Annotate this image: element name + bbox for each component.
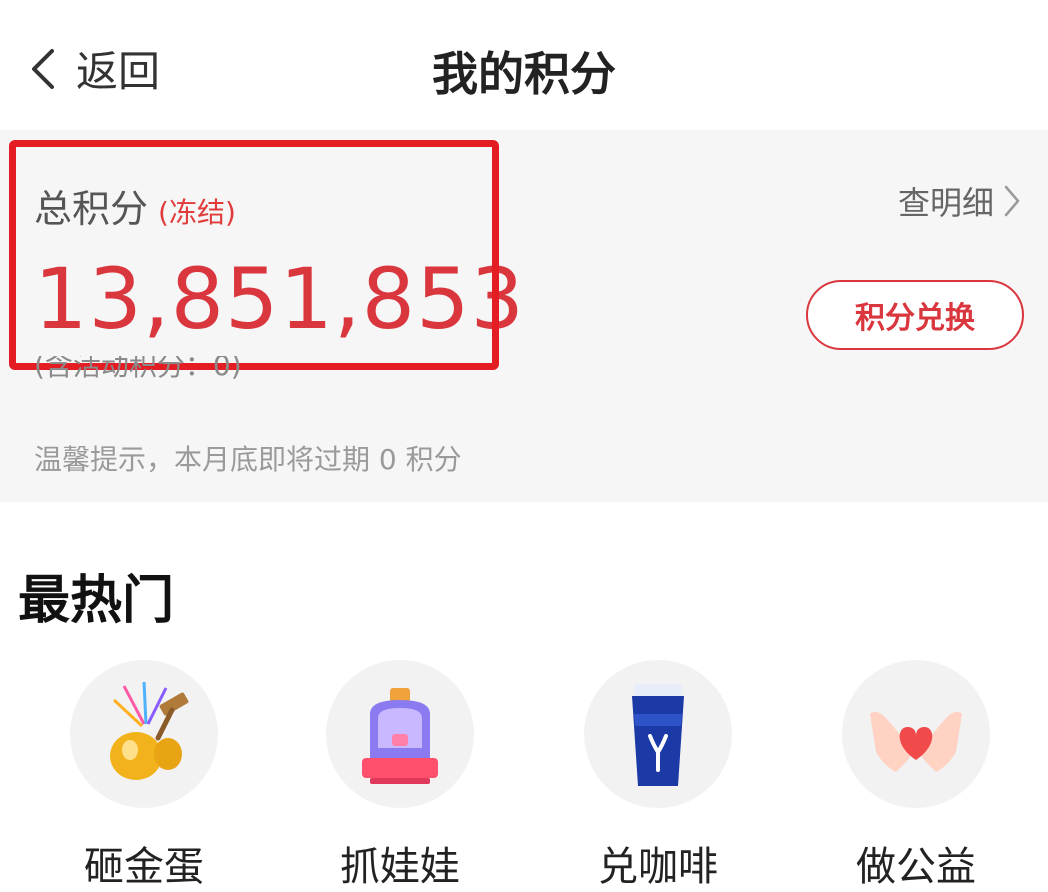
- expiry-tip: 温馨提示，本月底即将过期 0 积分: [34, 443, 462, 476]
- hot-item-claw-machine[interactable]: 抓娃娃: [300, 660, 500, 892]
- hot-item-label: 做公益: [856, 844, 976, 890]
- points-card: 总积分 (冻结) 查明细 13,851,853 积分兑换 (含活动积分：0) 温…: [0, 130, 1048, 502]
- hot-item-label: 抓娃娃: [340, 844, 460, 890]
- heart-hands-icon: [870, 711, 962, 772]
- page-title: 我的积分: [432, 47, 616, 101]
- hot-item-label: 兑咖啡: [598, 844, 718, 890]
- hot-item-icon-wrapper: [842, 660, 990, 808]
- hot-item-icon-wrapper: [326, 660, 474, 808]
- golden-egg-hammer-icon: [110, 681, 189, 780]
- hot-item-icon-wrapper: [70, 660, 218, 808]
- total-points-label-row: 总积分 (冻结): [34, 178, 236, 233]
- claw-machine-icon: [362, 688, 438, 784]
- hot-item-label: 砸金蛋: [84, 844, 204, 890]
- hot-items-list: 砸金蛋 抓娃娃 兑咖啡 做公益: [0, 660, 1048, 890]
- total-points-label: 总积分: [34, 187, 149, 231]
- hot-item-charity[interactable]: 做公益: [816, 660, 1016, 892]
- activity-points-text: (含活动积分：0): [34, 356, 242, 382]
- hot-item-smash-egg[interactable]: 砸金蛋: [44, 660, 244, 892]
- points-exchange-button[interactable]: 积分兑换: [806, 280, 1024, 350]
- chevron-right-icon: [1004, 185, 1020, 217]
- total-points-value: 13,851,853: [34, 250, 525, 348]
- top-bar: 返回 我的积分: [0, 0, 1048, 130]
- view-details-label: 查明细: [897, 184, 994, 222]
- frozen-label[interactable]: (冻结): [158, 191, 236, 231]
- view-details-link[interactable]: 查明细: [898, 178, 1022, 224]
- hot-item-coffee[interactable]: 兑咖啡: [558, 660, 758, 892]
- hot-section-title: 最热门: [18, 571, 175, 631]
- coffee-cup-icon: [632, 684, 684, 786]
- hot-item-icon-wrapper: [584, 660, 732, 808]
